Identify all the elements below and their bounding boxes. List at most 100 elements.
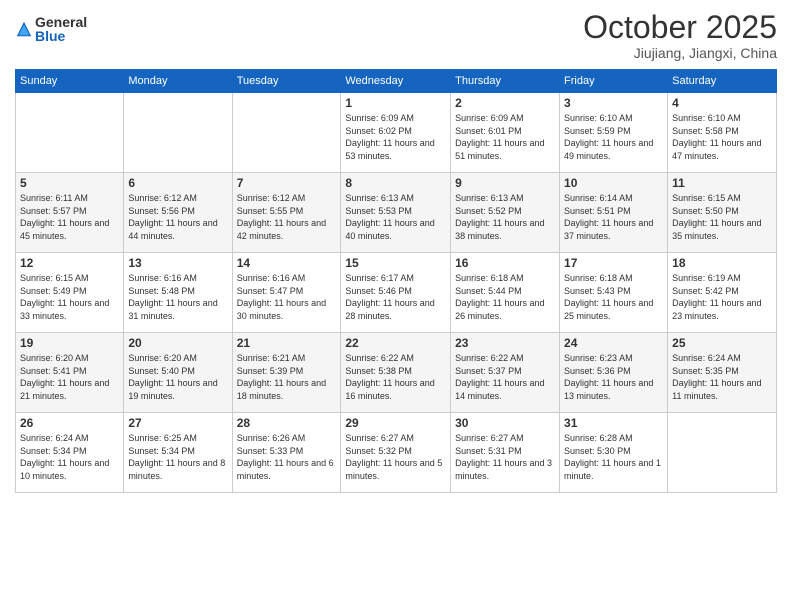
calendar-cell: 22 Sunrise: 6:22 AM Sunset: 5:38 PM Dayli… — [341, 333, 451, 413]
day-info: Sunrise: 6:26 AM Sunset: 5:33 PM Dayligh… — [237, 432, 337, 482]
weekday-header-thursday: Thursday — [451, 70, 560, 93]
calendar-cell — [124, 93, 232, 173]
calendar-cell: 30 Sunrise: 6:27 AM Sunset: 5:31 PM Dayli… — [451, 413, 560, 493]
day-info: Sunrise: 6:23 AM Sunset: 5:36 PM Dayligh… — [564, 352, 663, 402]
day-number: 12 — [20, 256, 119, 270]
day-number: 14 — [237, 256, 337, 270]
day-number: 3 — [564, 96, 663, 110]
day-number: 13 — [128, 256, 227, 270]
calendar-cell: 25 Sunrise: 6:24 AM Sunset: 5:35 PM Dayli… — [668, 333, 777, 413]
calendar-cell: 20Sunrise: 6:20 AM Sunset: 5:40 PM Dayli… — [124, 333, 232, 413]
day-info: Sunrise: 6:10 AM Sunset: 5:59 PM Dayligh… — [564, 112, 663, 162]
day-info: Sunrise: 6:24 AM Sunset: 5:35 PM Dayligh… — [672, 352, 772, 402]
day-number: 6 — [128, 176, 227, 190]
calendar-table: SundayMondayTuesdayWednesdayThursdayFrid… — [15, 69, 777, 493]
week-row-2: 12Sunrise: 6:15 AM Sunset: 5:49 PM Dayli… — [16, 253, 777, 333]
weekday-header-friday: Friday — [560, 70, 668, 93]
day-info: Sunrise: 6:11 AM Sunset: 5:57 PM Dayligh… — [20, 192, 119, 242]
calendar-cell: 23Sunrise: 6:22 AM Sunset: 5:37 PM Dayli… — [451, 333, 560, 413]
day-info: Sunrise: 6:20 AM Sunset: 5:41 PM Dayligh… — [20, 352, 119, 402]
day-info: Sunrise: 6:18 AM Sunset: 5:44 PM Dayligh… — [455, 272, 555, 322]
weekday-header-sunday: Sunday — [16, 70, 124, 93]
day-number: 26 — [20, 416, 119, 430]
logo-blue: Blue — [35, 29, 87, 43]
calendar-cell: 27 Sunrise: 6:25 AM Sunset: 5:34 PM Dayli… — [124, 413, 232, 493]
calendar-cell: 18 Sunrise: 6:19 AM Sunset: 5:42 PM Dayli… — [668, 253, 777, 333]
day-info: Sunrise: 6:13 AM Sunset: 5:53 PM Dayligh… — [345, 192, 446, 242]
day-number: 7 — [237, 176, 337, 190]
day-info: Sunrise: 6:22 AM Sunset: 5:37 PM Dayligh… — [455, 352, 555, 402]
day-info: Sunrise: 6:25 AM Sunset: 5:34 PM Dayligh… — [128, 432, 227, 482]
calendar-cell: 16 Sunrise: 6:18 AM Sunset: 5:44 PM Dayli… — [451, 253, 560, 333]
day-info: Sunrise: 6:14 AM Sunset: 5:51 PM Dayligh… — [564, 192, 663, 242]
day-info: Sunrise: 6:27 AM Sunset: 5:32 PM Dayligh… — [345, 432, 446, 482]
day-number: 21 — [237, 336, 337, 350]
day-number: 17 — [564, 256, 663, 270]
calendar-cell: 15 Sunrise: 6:17 AM Sunset: 5:46 PM Dayli… — [341, 253, 451, 333]
day-info: Sunrise: 6:24 AM Sunset: 5:34 PM Dayligh… — [20, 432, 119, 482]
calendar-cell: 5 Sunrise: 6:11 AM Sunset: 5:57 PM Daylig… — [16, 173, 124, 253]
day-info: Sunrise: 6:10 AM Sunset: 5:58 PM Dayligh… — [672, 112, 772, 162]
day-number: 25 — [672, 336, 772, 350]
day-info: Sunrise: 6:18 AM Sunset: 5:43 PM Dayligh… — [564, 272, 663, 322]
day-number: 11 — [672, 176, 772, 190]
calendar-cell: 19Sunrise: 6:20 AM Sunset: 5:41 PM Dayli… — [16, 333, 124, 413]
calendar-cell: 3 Sunrise: 6:10 AM Sunset: 5:59 PM Daylig… — [560, 93, 668, 173]
day-number: 29 — [345, 416, 446, 430]
logo: General Blue — [15, 15, 87, 43]
day-number: 30 — [455, 416, 555, 430]
calendar-cell: 10Sunrise: 6:14 AM Sunset: 5:51 PM Dayli… — [560, 173, 668, 253]
weekday-header-saturday: Saturday — [668, 70, 777, 93]
day-number: 5 — [20, 176, 119, 190]
calendar-cell — [668, 413, 777, 493]
calendar-cell: 1Sunrise: 6:09 AM Sunset: 6:02 PM Daylig… — [341, 93, 451, 173]
calendar-cell: 7Sunrise: 6:12 AM Sunset: 5:55 PM Daylig… — [232, 173, 341, 253]
week-row-3: 19Sunrise: 6:20 AM Sunset: 5:41 PM Dayli… — [16, 333, 777, 413]
logo-text: General Blue — [35, 15, 87, 43]
calendar-cell: 24Sunrise: 6:23 AM Sunset: 5:36 PM Dayli… — [560, 333, 668, 413]
calendar-cell — [16, 93, 124, 173]
day-number: 15 — [345, 256, 446, 270]
day-number: 20 — [128, 336, 227, 350]
calendar-cell: 12Sunrise: 6:15 AM Sunset: 5:49 PM Dayli… — [16, 253, 124, 333]
calendar-cell — [232, 93, 341, 173]
day-number: 28 — [237, 416, 337, 430]
day-info: Sunrise: 6:17 AM Sunset: 5:46 PM Dayligh… — [345, 272, 446, 322]
day-number: 18 — [672, 256, 772, 270]
calendar-cell: 26 Sunrise: 6:24 AM Sunset: 5:34 PM Dayli… — [16, 413, 124, 493]
day-info: Sunrise: 6:09 AM Sunset: 6:01 PM Dayligh… — [455, 112, 555, 162]
day-number: 4 — [672, 96, 772, 110]
logo-general: General — [35, 15, 87, 29]
day-number: 22 — [345, 336, 446, 350]
weekday-header-wednesday: Wednesday — [341, 70, 451, 93]
header-area: General Blue October 2025 Jiujiang, Jian… — [15, 10, 777, 61]
day-number: 16 — [455, 256, 555, 270]
week-row-4: 26 Sunrise: 6:24 AM Sunset: 5:34 PM Dayli… — [16, 413, 777, 493]
calendar-cell: 29 Sunrise: 6:27 AM Sunset: 5:32 PM Dayli… — [341, 413, 451, 493]
day-number: 2 — [455, 96, 555, 110]
day-number: 31 — [564, 416, 663, 430]
calendar-cell: 13Sunrise: 6:16 AM Sunset: 5:48 PM Dayli… — [124, 253, 232, 333]
day-info: Sunrise: 6:15 AM Sunset: 5:50 PM Dayligh… — [672, 192, 772, 242]
day-number: 8 — [345, 176, 446, 190]
calendar-cell: 21Sunrise: 6:21 AM Sunset: 5:39 PM Dayli… — [232, 333, 341, 413]
day-number: 27 — [128, 416, 227, 430]
calendar-cell: 8 Sunrise: 6:13 AM Sunset: 5:53 PM Daylig… — [341, 173, 451, 253]
calendar-cell: 17 Sunrise: 6:18 AM Sunset: 5:43 PM Dayli… — [560, 253, 668, 333]
day-number: 9 — [455, 176, 555, 190]
day-info: Sunrise: 6:09 AM Sunset: 6:02 PM Dayligh… — [345, 112, 446, 162]
page-container: General Blue October 2025 Jiujiang, Jian… — [0, 0, 792, 503]
calendar-cell: 6Sunrise: 6:12 AM Sunset: 5:56 PM Daylig… — [124, 173, 232, 253]
location: Jiujiang, Jiangxi, China — [583, 45, 777, 61]
weekday-header-row: SundayMondayTuesdayWednesdayThursdayFrid… — [16, 70, 777, 93]
day-info: Sunrise: 6:19 AM Sunset: 5:42 PM Dayligh… — [672, 272, 772, 322]
calendar-cell: 9Sunrise: 6:13 AM Sunset: 5:52 PM Daylig… — [451, 173, 560, 253]
weekday-header-monday: Monday — [124, 70, 232, 93]
weekday-header-tuesday: Tuesday — [232, 70, 341, 93]
calendar-cell: 2 Sunrise: 6:09 AM Sunset: 6:01 PM Daylig… — [451, 93, 560, 173]
logo-icon — [15, 20, 33, 38]
day-info: Sunrise: 6:27 AM Sunset: 5:31 PM Dayligh… — [455, 432, 555, 482]
month-title: October 2025 — [583, 10, 777, 45]
day-info: Sunrise: 6:22 AM Sunset: 5:38 PM Dayligh… — [345, 352, 446, 402]
calendar-cell: 11 Sunrise: 6:15 AM Sunset: 5:50 PM Dayli… — [668, 173, 777, 253]
